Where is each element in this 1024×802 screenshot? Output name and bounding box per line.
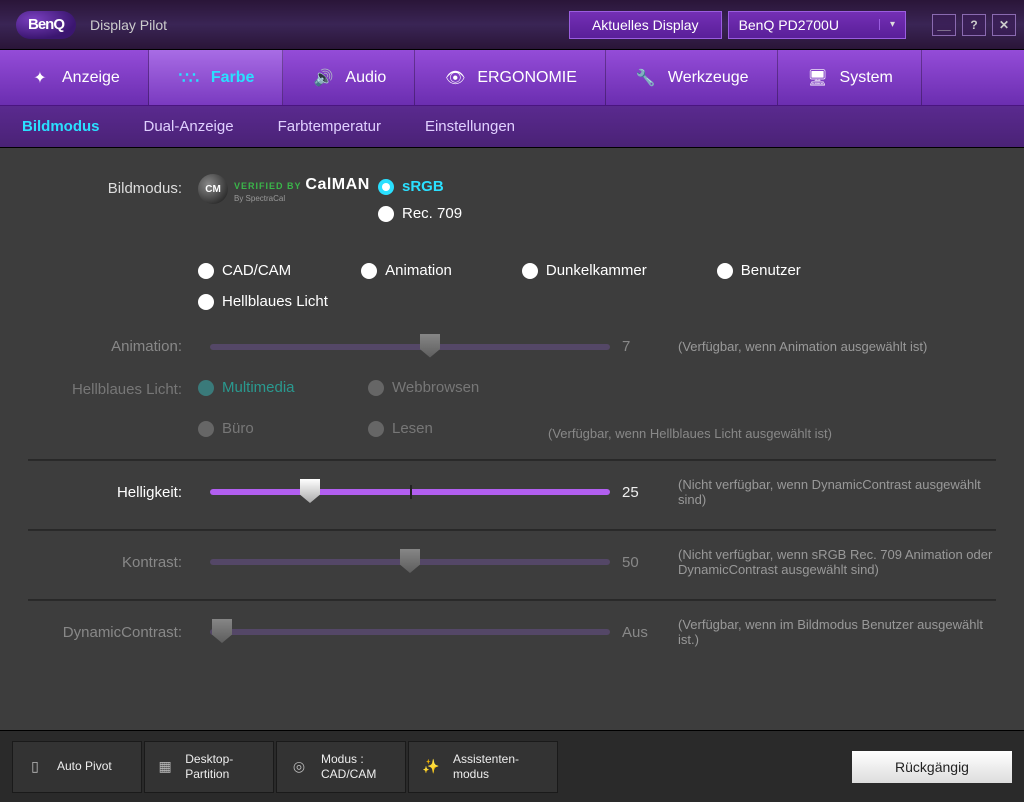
kontrast-label: Kontrast: — [28, 554, 198, 571]
hbl-lesen: Lesen — [368, 420, 548, 437]
minimize-button[interactable]: __ — [932, 14, 956, 36]
kontrast-hint: (Nicht verfügbar, wenn sRGB Rec. 709 Ani… — [674, 547, 996, 577]
preset-animation[interactable]: Animation — [361, 262, 452, 279]
dyncontrast-hint: (Verfügbar, wenn im Bildmodus Benutzer a… — [674, 617, 996, 647]
auto-pivot-button[interactable]: ▯ Auto Pivot — [12, 741, 142, 793]
hbl-label: Hellblaues Licht: — [28, 379, 198, 398]
tab-farbe[interactable]: ∵∴ Farbe — [149, 50, 284, 105]
radio-off-icon — [198, 294, 214, 310]
helligkeit-label: Helligkeit: — [28, 484, 198, 501]
partition-icon: ▦ — [153, 758, 177, 775]
kontrast-slider — [210, 559, 610, 565]
bildmodus-label: Bildmodus: — [28, 178, 198, 197]
radio-off-icon — [368, 380, 384, 396]
radio-off-icon — [522, 263, 538, 279]
radio-off-icon — [361, 263, 377, 279]
animation-label: Animation: — [28, 338, 198, 355]
modus-button[interactable]: ◎ Modus :CAD/CAM — [276, 741, 406, 793]
hbl-buero: Büro — [198, 420, 368, 437]
animation-value: 7 — [622, 338, 662, 355]
helligkeit-value: 25 — [622, 484, 662, 501]
radio-off-icon — [378, 206, 394, 222]
undo-button[interactable]: Rückgängig — [852, 751, 1012, 783]
subtab-einstellungen[interactable]: Einstellungen — [425, 118, 515, 135]
preset-benutzer[interactable]: Benutzer — [717, 262, 801, 279]
helligkeit-hint: (Nicht verfügbar, wenn DynamicContrast a… — [674, 477, 996, 507]
hbl-webbrowsen: Webbrowsen — [368, 379, 548, 396]
subtab-farbtemperatur[interactable]: Farbtemperatur — [278, 118, 381, 135]
tab-anzeige[interactable]: ✦ Anzeige — [0, 50, 149, 105]
dyncontrast-value: Aus — [622, 624, 662, 641]
animation-hint: (Verfügbar, wenn Animation ausgewählt is… — [674, 339, 996, 354]
system-icon: 🖥 — [806, 68, 830, 88]
display-dropdown[interactable]: BenQ PD2700U ▾ — [728, 11, 906, 39]
helligkeit-slider[interactable] — [210, 489, 610, 495]
wand-icon: ✨ — [417, 758, 445, 775]
tab-werkzeuge[interactable]: 🔧 Werkzeuge — [606, 50, 778, 105]
preset-srgb[interactable]: sRGB — [378, 178, 462, 195]
assistent-button[interactable]: ✨ Assistenten-modus — [408, 741, 558, 793]
subtab-dual-anzeige[interactable]: Dual-Anzeige — [144, 118, 234, 135]
desktop-partition-button[interactable]: ▦ Desktop-Partition — [144, 741, 274, 793]
radio-off-icon — [717, 263, 733, 279]
tab-audio[interactable]: 🔊 Audio — [283, 50, 415, 105]
tab-system[interactable]: 🖥 System — [778, 50, 922, 105]
radio-on-icon — [378, 179, 394, 195]
hbl-multimedia: Multimedia — [198, 379, 368, 396]
radio-off-icon — [198, 263, 214, 279]
eye-icon: 👁 — [443, 68, 467, 88]
benq-logo: BenQ — [16, 11, 76, 39]
preset-dunkelkammer[interactable]: Dunkelkammer — [522, 262, 647, 279]
calman-badge: CM VERIFIED BY CalMAN By SpectraCal — [198, 174, 378, 204]
subtab-bildmodus[interactable]: Bildmodus — [22, 118, 100, 135]
close-button[interactable]: ✕ — [992, 14, 1016, 36]
display-icon: ✦ — [28, 68, 52, 88]
tab-ergonomie[interactable]: 👁 ERGONOMIE — [415, 50, 606, 105]
preset-hellblaues-licht[interactable]: Hellblaues Licht — [198, 293, 996, 310]
app-title: Display Pilot — [90, 17, 167, 33]
dyncontrast-label: DynamicContrast: — [28, 624, 198, 641]
animation-slider — [210, 344, 610, 350]
preset-cadcam[interactable]: CAD/CAM — [198, 262, 291, 279]
monitor-icon: ▯ — [21, 758, 49, 775]
speaker-icon: 🔊 — [311, 68, 335, 88]
wrench-icon: 🔧 — [634, 68, 658, 88]
preset-rec709[interactable]: Rec. 709 — [378, 205, 462, 222]
kontrast-value: 50 — [622, 554, 662, 571]
radio-off-icon — [198, 380, 214, 396]
help-button[interactable]: ? — [962, 14, 986, 36]
dyncontrast-slider — [210, 629, 610, 635]
target-icon: ◎ — [285, 758, 313, 775]
chevron-down-icon: ▾ — [879, 19, 895, 30]
radio-off-icon — [198, 421, 214, 437]
radio-off-icon — [368, 421, 384, 437]
current-display-label: Aktuelles Display — [569, 11, 722, 39]
hbl-hint: (Verfügbar, wenn Hellblaues Licht ausgew… — [548, 426, 996, 441]
display-value: BenQ PD2700U — [739, 17, 839, 33]
color-icon: ∵∴ — [177, 68, 201, 88]
